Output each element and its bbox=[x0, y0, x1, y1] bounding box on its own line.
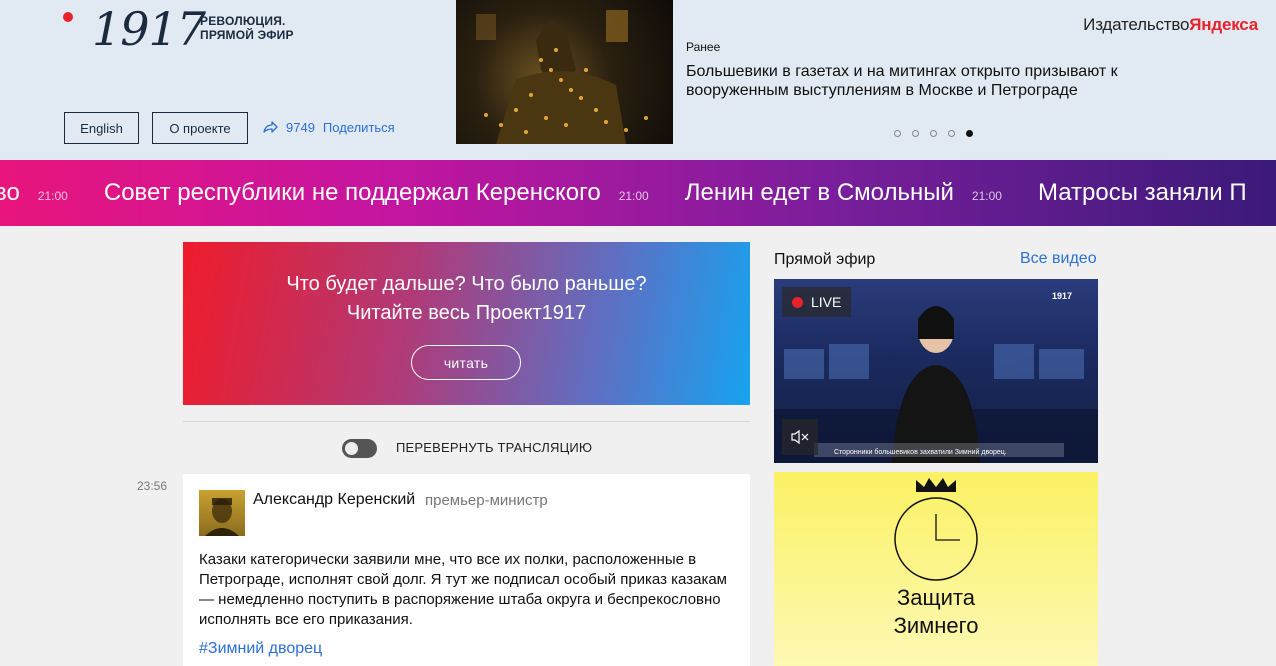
ticker-item[interactable]: Матросы заняли П bbox=[1038, 179, 1247, 207]
share-icon bbox=[263, 121, 278, 133]
promo-line1: Что будет дальше? Что было раньше? bbox=[286, 273, 647, 295]
read-button[interactable]: читать bbox=[411, 345, 521, 380]
post-author[interactable]: Александр Керенский bbox=[253, 491, 415, 509]
live-video-player[interactable]: LIVE 1917 Сторонники большевиков захвати… bbox=[774, 279, 1098, 463]
flip-stream-label[interactable]: ПЕРЕВЕРНУТЬ ТРАНСЛЯЦИЮ bbox=[396, 440, 592, 455]
carousel-dot[interactable] bbox=[894, 130, 901, 137]
share-label: Поделиться bbox=[322, 119, 395, 135]
live-dot-icon bbox=[792, 296, 803, 308]
promo-banner: Что будет дальше? Что было раньше? Читай… bbox=[183, 242, 750, 405]
carousel-pagination bbox=[894, 130, 973, 137]
carousel-dot[interactable] bbox=[912, 130, 919, 137]
ticker-item[interactable]: Совет республики не поддержал Керенского bbox=[104, 179, 601, 207]
logo-subtitle-line2: ПРЯМОЙ ЭФИР bbox=[200, 28, 294, 42]
live-section-title: Прямой эфир bbox=[774, 251, 876, 268]
logo[interactable]: 1917 bbox=[92, 2, 206, 56]
live-indicator-dot bbox=[63, 12, 73, 22]
ticker-time: 21:00 bbox=[971, 189, 1002, 203]
share-count: 9749 bbox=[286, 119, 315, 135]
publisher-logo[interactable]: ИздательствоЯндекса bbox=[1083, 15, 1258, 35]
video-caption: Сторонники большевиков захватили Зимний … bbox=[834, 449, 1007, 456]
carousel-headline[interactable]: Большевики в газетах и на митингах откры… bbox=[686, 62, 1166, 100]
divider bbox=[183, 421, 750, 422]
ticker-time: 21:00 bbox=[37, 189, 68, 203]
flip-stream-toggle[interactable] bbox=[342, 439, 377, 458]
publisher-brand: Яндекса bbox=[1189, 15, 1258, 34]
ticker-track: во 21:00 Совет республики не поддержал К… bbox=[0, 160, 1247, 226]
publisher-prefix: Издательство bbox=[1083, 15, 1190, 34]
promo-card-winter-palace[interactable]: Защита Зимнего bbox=[774, 472, 1098, 666]
live-badge-label: LIVE bbox=[811, 294, 842, 310]
card-title-line1: Защита bbox=[897, 585, 975, 610]
ticker-item[interactable]: Ленин едет в Смольный bbox=[685, 179, 954, 207]
live-badge: LIVE bbox=[782, 287, 852, 317]
portrait-illustration bbox=[205, 498, 239, 536]
crown-clock-icon bbox=[894, 478, 978, 581]
carousel-image[interactable] bbox=[456, 0, 673, 144]
post-author-role: премьер-министр bbox=[425, 492, 548, 509]
carousel-label: Ранее bbox=[686, 40, 721, 54]
ticker-item[interactable]: во bbox=[0, 179, 20, 207]
carousel-dot[interactable] bbox=[930, 130, 937, 137]
news-ticker: во 21:00 Совет республики не поддержал К… bbox=[0, 160, 1276, 226]
promo-text: Что будет дальше? Что было раньше? Читай… bbox=[183, 270, 750, 328]
post-timestamp: 23:56 bbox=[137, 479, 168, 493]
feed-post: Александр Керенский премьер-министр Каза… bbox=[183, 474, 750, 666]
post-body: Казаки категорически заявили мне, что вс… bbox=[199, 551, 727, 628]
english-button[interactable]: English bbox=[64, 112, 139, 144]
carousel-dot[interactable] bbox=[948, 130, 955, 137]
monument-illustration bbox=[476, 10, 648, 144]
about-project-button[interactable]: О проекте bbox=[152, 112, 248, 144]
avatar[interactable] bbox=[199, 490, 245, 536]
logo-subtitle-line1: РЕВОЛЮЦИЯ. bbox=[200, 14, 286, 28]
share-button[interactable]: 9749 Поделиться bbox=[262, 119, 395, 135]
card-title: Защита Зимнего bbox=[774, 584, 1098, 640]
ticker-time: 21:00 bbox=[618, 189, 649, 203]
channel-logo: 1917 bbox=[1051, 291, 1072, 301]
all-videos-link[interactable]: Все видео bbox=[1020, 250, 1097, 268]
site-header: 1917 РЕВОЛЮЦИЯ. ПРЯМОЙ ЭФИР English О пр… bbox=[0, 0, 1276, 160]
post-hashtag[interactable]: #Зимний дворец bbox=[199, 640, 322, 658]
promo-line2: Читайте весь Проект1917 bbox=[346, 302, 587, 324]
card-title-line2: Зимнего bbox=[893, 613, 979, 638]
mute-button[interactable] bbox=[782, 419, 818, 455]
speaker-muted-icon bbox=[791, 429, 809, 445]
logo-subtitle: РЕВОЛЮЦИЯ. ПРЯМОЙ ЭФИР bbox=[200, 14, 294, 42]
carousel-dot-active[interactable] bbox=[966, 130, 973, 137]
